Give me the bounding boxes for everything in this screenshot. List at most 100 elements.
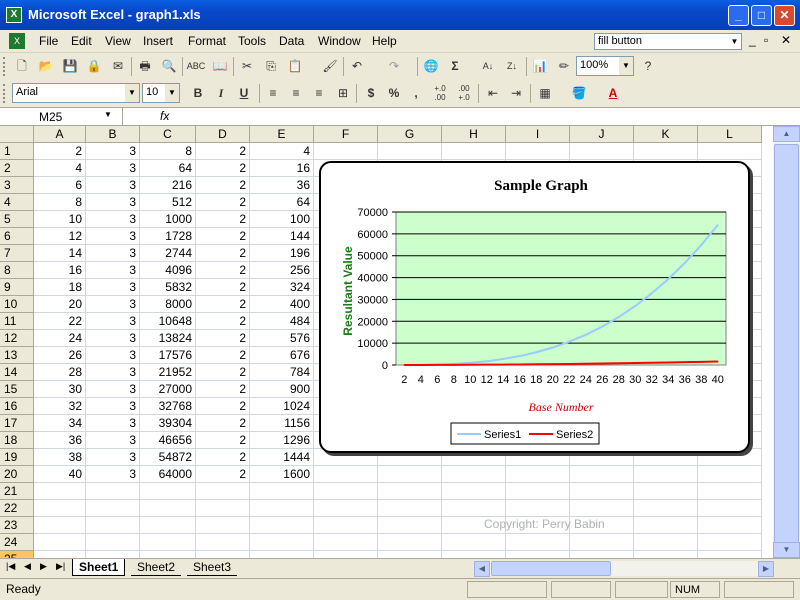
format-painter-icon[interactable]: 🖌 [320, 57, 340, 76]
cell[interactable] [34, 500, 86, 517]
cell[interactable]: 484 [250, 313, 314, 330]
cell[interactable] [506, 466, 570, 483]
cell[interactable] [506, 500, 570, 517]
cell[interactable]: 2 [196, 449, 250, 466]
cell[interactable]: 20 [34, 296, 86, 313]
chevron-down-icon[interactable]: ▼ [125, 84, 139, 102]
cell[interactable]: 32768 [140, 398, 196, 415]
cell[interactable] [314, 466, 378, 483]
cell[interactable] [86, 483, 140, 500]
cell[interactable]: 12 [34, 228, 86, 245]
cell[interactable] [506, 483, 570, 500]
cell[interactable] [506, 551, 570, 558]
column-header[interactable]: L [698, 126, 762, 143]
cell[interactable] [634, 483, 698, 500]
cell[interactable] [378, 517, 442, 534]
cell[interactable]: 3 [86, 160, 140, 177]
cell[interactable] [196, 500, 250, 517]
cell[interactable]: 2 [196, 347, 250, 364]
cell[interactable] [250, 534, 314, 551]
cell[interactable]: 8 [140, 143, 196, 160]
save-icon[interactable]: 💾 [60, 57, 80, 76]
cell[interactable]: 2 [196, 160, 250, 177]
cell[interactable]: 32 [34, 398, 86, 415]
increase-decimal-button[interactable]: +.0 .00 [430, 84, 450, 103]
cell[interactable]: 14 [34, 245, 86, 262]
cell[interactable]: 196 [250, 245, 314, 262]
excel-app-icon[interactable]: X [6, 7, 22, 23]
cell[interactable]: 40 [34, 466, 86, 483]
last-sheet-icon[interactable]: ▶| [56, 561, 65, 572]
vertical-scrollbar[interactable]: ▲ ▼ [773, 126, 800, 558]
cell[interactable]: 3 [86, 228, 140, 245]
cell[interactable]: 2 [196, 364, 250, 381]
cell[interactable]: 27000 [140, 381, 196, 398]
sort-descending-icon[interactable]: Z↓ [502, 57, 522, 76]
chevron-down-icon[interactable]: ▼ [104, 110, 112, 119]
cell[interactable]: 1296 [250, 432, 314, 449]
cell[interactable]: 3 [86, 415, 140, 432]
cell[interactable] [570, 483, 634, 500]
cell[interactable]: 2 [196, 330, 250, 347]
cell[interactable] [196, 517, 250, 534]
cell[interactable]: 4 [250, 143, 314, 160]
cell[interactable]: 400 [250, 296, 314, 313]
tab-sheet3[interactable]: Sheet3 [187, 559, 238, 576]
cell[interactable]: 1600 [250, 466, 314, 483]
row-header[interactable]: 18 [0, 432, 34, 449]
cell[interactable]: 36 [250, 177, 314, 194]
cell[interactable]: 144 [250, 228, 314, 245]
scroll-down-icon[interactable]: ▼ [773, 542, 800, 558]
row-header[interactable]: 4 [0, 194, 34, 211]
column-header[interactable]: F [314, 126, 378, 143]
bold-button[interactable]: B [188, 84, 208, 103]
cell[interactable]: 216 [140, 177, 196, 194]
row-header[interactable]: 17 [0, 415, 34, 432]
cell[interactable] [698, 483, 762, 500]
cell[interactable]: 21952 [140, 364, 196, 381]
align-left-icon[interactable]: ≡ [263, 84, 283, 103]
cell[interactable] [140, 517, 196, 534]
cell[interactable] [698, 143, 762, 160]
cut-icon[interactable]: ✂ [237, 57, 257, 76]
cell[interactable]: 3 [86, 432, 140, 449]
menu-format[interactable]: Format [188, 34, 226, 48]
cell[interactable] [570, 551, 634, 558]
underline-button[interactable]: U [234, 84, 254, 103]
research-icon[interactable]: 📖 [210, 57, 230, 76]
cell[interactable] [86, 517, 140, 534]
cell[interactable]: 3 [86, 381, 140, 398]
currency-button[interactable]: $ [361, 84, 381, 103]
row-header[interactable]: 25 [0, 551, 34, 558]
cell[interactable]: 16 [250, 160, 314, 177]
cell[interactable]: 3 [86, 245, 140, 262]
undo-icon[interactable]: ↶ [347, 57, 367, 76]
cell[interactable] [378, 500, 442, 517]
increase-indent-icon[interactable]: ⇥ [506, 84, 526, 103]
row-header[interactable]: 23 [0, 517, 34, 534]
row-header[interactable]: 21 [0, 483, 34, 500]
cell[interactable]: 3 [86, 177, 140, 194]
row-header[interactable]: 24 [0, 534, 34, 551]
menu-insert[interactable]: Insert [143, 34, 173, 48]
vertical-scroll-thumb[interactable] [774, 144, 799, 544]
cell[interactable]: 22 [34, 313, 86, 330]
autosum-icon[interactable]: Σ [445, 57, 465, 76]
cell[interactable]: 4 [34, 160, 86, 177]
workbook-icon[interactable]: X [9, 33, 25, 49]
menu-tools[interactable]: Tools [238, 34, 266, 48]
row-header[interactable]: 14 [0, 364, 34, 381]
cell[interactable] [698, 534, 762, 551]
cell[interactable]: 3 [86, 279, 140, 296]
horizontal-scroll-thumb[interactable] [491, 561, 611, 576]
cell[interactable] [314, 534, 378, 551]
cell[interactable]: 1728 [140, 228, 196, 245]
cell[interactable] [570, 500, 634, 517]
cell[interactable] [314, 500, 378, 517]
cell[interactable] [442, 534, 506, 551]
cell[interactable]: 2 [196, 398, 250, 415]
cell[interactable] [442, 500, 506, 517]
cell[interactable] [34, 517, 86, 534]
cell[interactable] [196, 551, 250, 558]
cell[interactable] [196, 483, 250, 500]
